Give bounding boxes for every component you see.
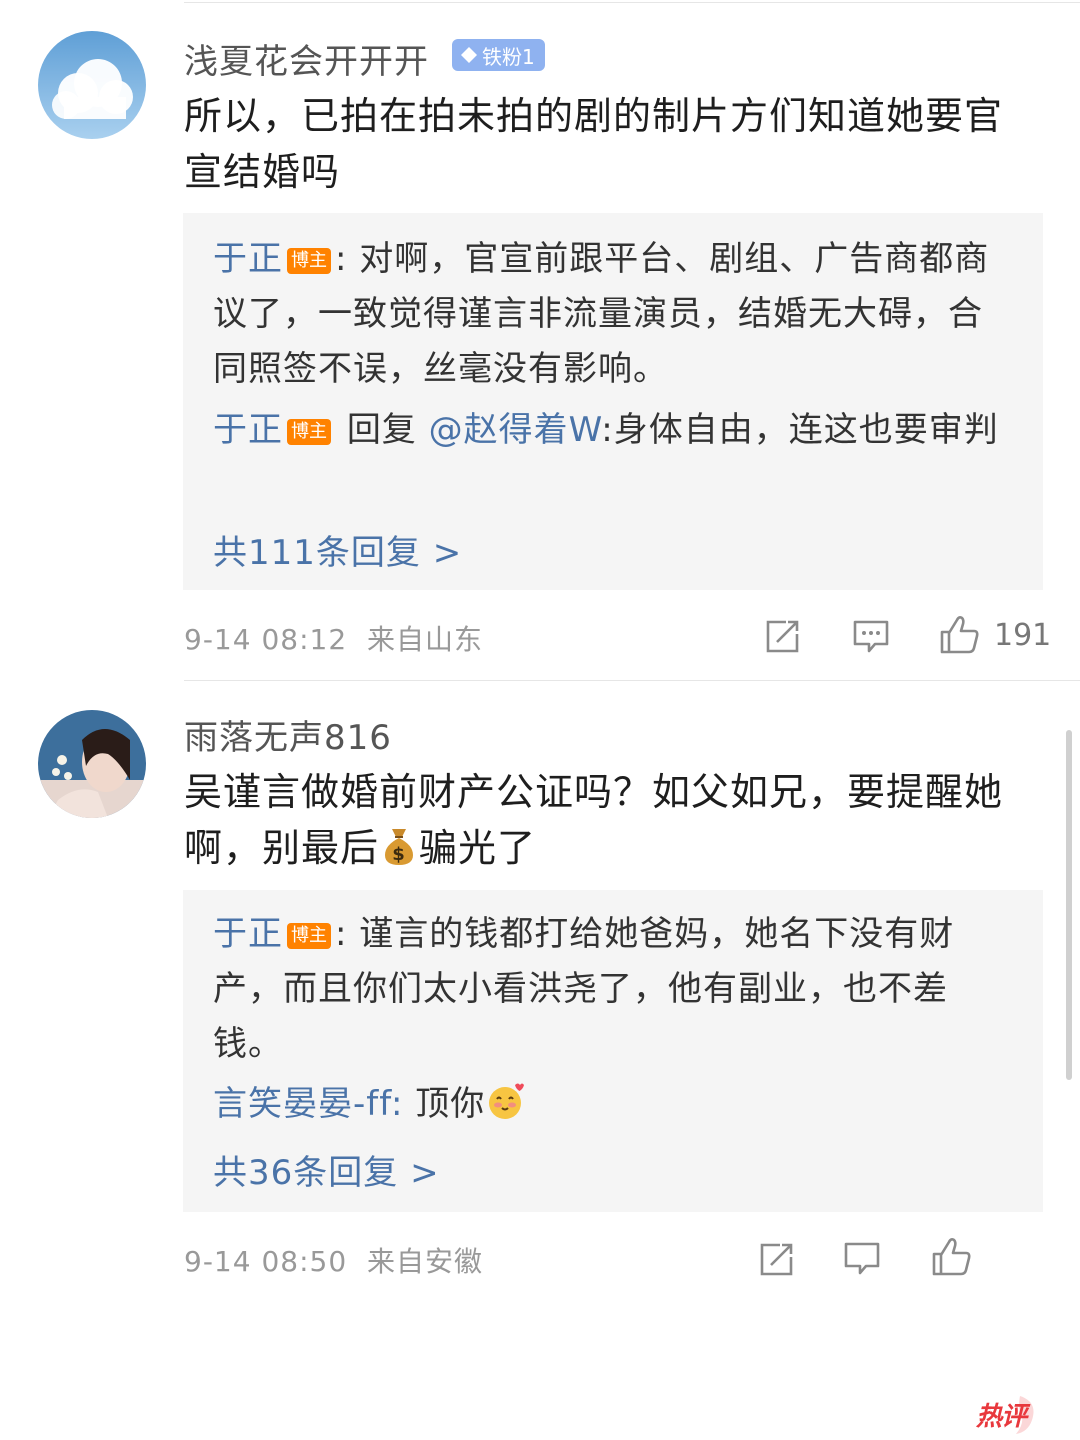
comment-body-text: 骗光了 [419, 826, 537, 870]
scrollbar[interactable] [1066, 730, 1072, 1080]
blogger-badge: 博主 [287, 248, 331, 274]
like-icon[interactable] [938, 614, 982, 656]
avatar[interactable] [38, 710, 146, 818]
hot-comment-label: 热评 [976, 1402, 1027, 1432]
reply-box: 于正 博主: 谨言的钱都打给她爸妈，她名下没有财产，而且你们太小看洪尧了，他有副业… [183, 890, 1043, 1212]
reply-author[interactable]: 言笑晏晏-ff [213, 1084, 391, 1124]
more-replies-link[interactable]: 共111条回复 > [213, 525, 462, 574]
reply-separator: : [391, 1084, 404, 1124]
username[interactable]: 雨落无声816 [184, 710, 392, 759]
blogger-badge: 博主 [287, 923, 331, 949]
share-icon[interactable] [762, 617, 802, 657]
reply-item: 于正 博主: 谨言的钱都打给她爸妈，她名下没有财产，而且你们太小看洪尧了，他有副业… [213, 907, 1013, 1072]
reply-separator: : [335, 914, 348, 954]
reply-author[interactable]: 于正 [213, 410, 283, 450]
comment-meta: 9-14 08:12 来自山东 [184, 618, 483, 658]
money-bag-emoji-icon: $ [385, 829, 414, 865]
reply-item: 言笑晏晏-ff: 顶你 [213, 1077, 1013, 1132]
diamond-icon [461, 47, 477, 63]
comment-body: 吴谨言做婚前财产公证吗？如父如兄，要提醒她啊，别最后 $ 骗光了 [184, 764, 1034, 876]
username[interactable]: 浅夏花会开开开 [184, 34, 429, 83]
avatar[interactable] [38, 31, 146, 139]
like-count: 191 [994, 618, 1052, 653]
reply-item: 于正 博主: 对啊，官宣前跟平台、剧组、广告商都商议了，一致觉得谨言非流量演员，结… [213, 232, 1013, 397]
comment-location: 来自山东 [366, 623, 483, 656]
comment-item: 浅夏花会开开开 铁粉1 所以，已拍在拍未拍的剧的制片方们知道她要官宣结婚吗 于正… [0, 0, 1080, 680]
reply-text: 顶你 [415, 1084, 486, 1124]
reply-box: 于正 博主: 对啊，官宣前跟平台、剧组、广告商都商议了，一致觉得谨言非流量演员，结… [183, 213, 1043, 590]
more-replies-link[interactable]: 共36条回复 > [213, 1145, 440, 1194]
hot-comment-tag: 热评 [976, 1392, 1042, 1440]
comment-body: 所以，已拍在拍未拍的剧的制片方们知道她要官宣结婚吗 [184, 94, 1004, 194]
comment-body-text: 吴谨言做婚前财产公证吗？如父如兄，要提醒她啊，别最后 [184, 770, 1004, 870]
like-icon[interactable] [930, 1236, 974, 1278]
reply-text: :身体自由，连这也要审判 [601, 410, 999, 450]
share-icon[interactable] [756, 1240, 796, 1280]
reply-word: 回复 [346, 410, 417, 450]
reply-author[interactable]: 于正 [213, 914, 283, 954]
comment-time: 9-14 08:50 [184, 1245, 348, 1278]
comment-location: 来自安徽 [366, 1245, 483, 1278]
fan-badge-label: 铁粉1 [482, 44, 535, 69]
blogger-badge: 博主 [287, 419, 331, 445]
reply-item: 于正 博主 回复 @赵得着W:身体自由，连这也要审判 [213, 403, 1013, 458]
hug-emoji-icon [489, 1083, 525, 1119]
reply-author[interactable]: 于正 [213, 239, 283, 279]
fan-badge: 铁粉1 [452, 39, 545, 71]
comment-meta: 9-14 08:50 来自安徽 [184, 1240, 483, 1280]
comment-time: 9-14 08:12 [184, 623, 348, 656]
mention-link[interactable]: @赵得着W [429, 410, 602, 450]
reply-separator: : [335, 239, 348, 279]
comment-item: 雨落无声816 热评 吴谨言做婚前财产公证吗？如父如兄，要提醒她啊，别最后 $ … [0, 680, 1080, 1434]
comment-icon[interactable] [842, 1240, 882, 1278]
comment-icon[interactable] [851, 618, 891, 656]
svg-text:$: $ [392, 844, 406, 865]
